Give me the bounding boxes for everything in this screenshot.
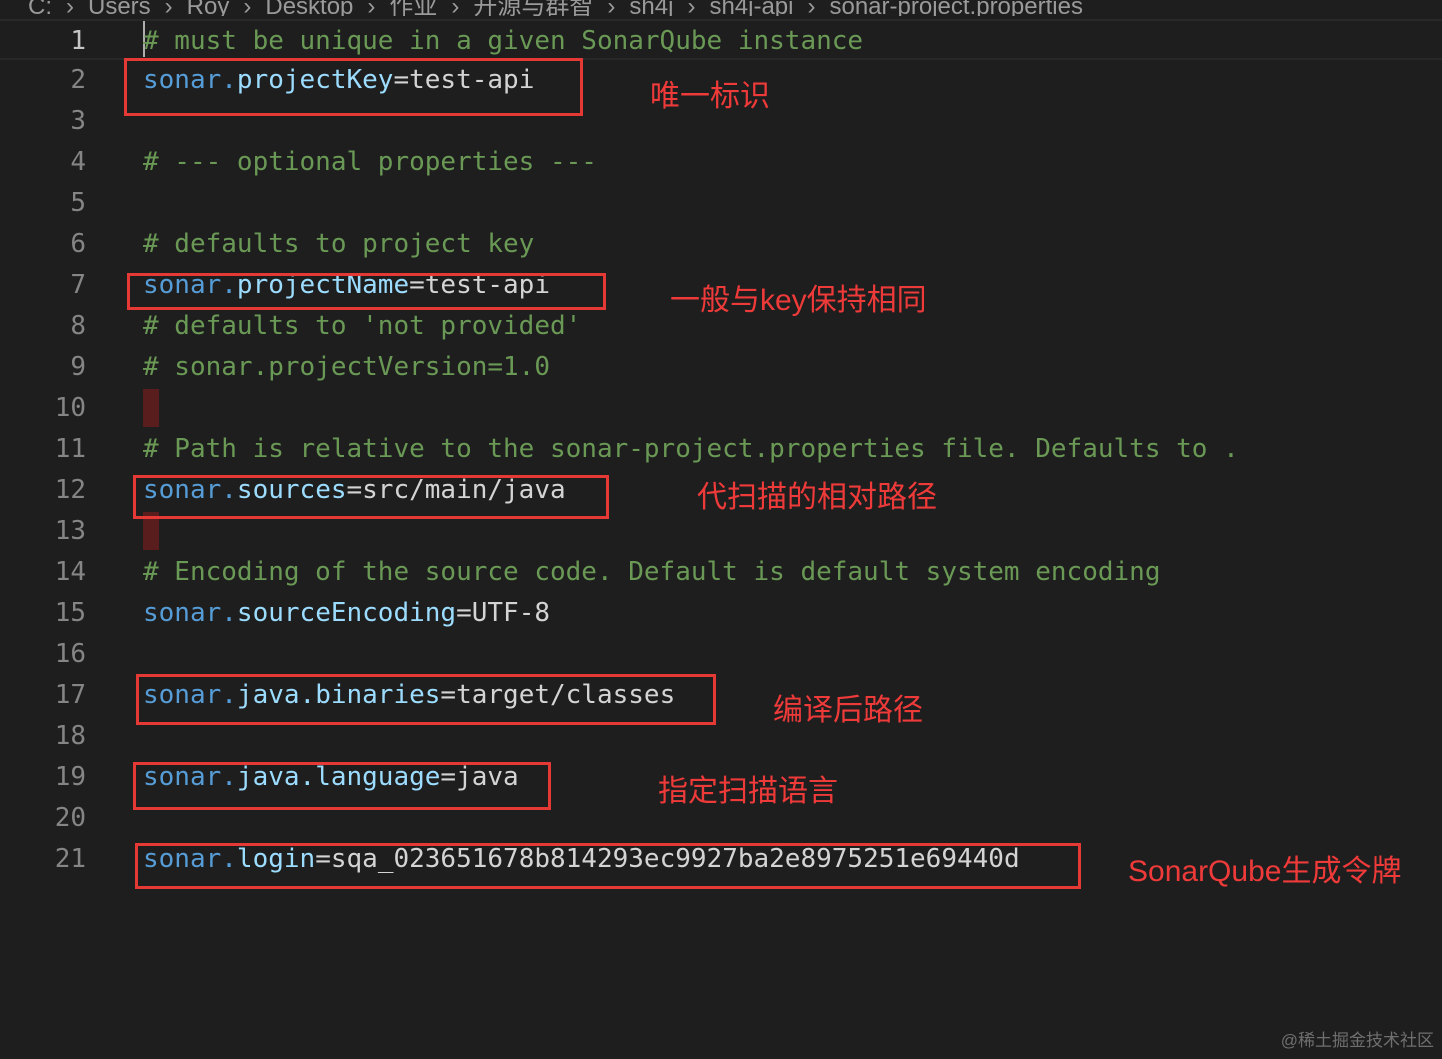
- line-number: 14: [54, 557, 86, 587]
- line-content: # must be unique in a given SonarQube in…: [143, 21, 863, 62]
- code-token: # sonar.projectVersion=1.0: [143, 352, 550, 382]
- highlight-box-project-name: [127, 273, 606, 310]
- code-token: # defaults to 'not provided': [143, 311, 582, 341]
- code-line[interactable]: 15 sonar.sourceEncoding=UTF-8: [0, 593, 1442, 634]
- line-number: 16: [54, 639, 86, 669]
- code-token: # Path is relative to the sonar-project.…: [143, 434, 1239, 464]
- highlight-box-project-key: [124, 58, 583, 116]
- line-number: 18: [54, 721, 86, 751]
- watermark: @稀土掘金技术社区: [1280, 1031, 1434, 1050]
- annotation-language: 指定扫描语言: [658, 775, 838, 808]
- code-line[interactable]: 16: [0, 634, 1442, 675]
- code-line[interactable]: 1 # must be unique in a given SonarQube i…: [0, 19, 1442, 60]
- line-content: # Path is relative to the sonar-project.…: [143, 429, 1239, 470]
- line-number: 20: [54, 803, 86, 833]
- line-number: 3: [70, 106, 86, 136]
- highlight-box-binaries: [136, 674, 716, 725]
- code-line[interactable]: 4 # --- optional properties ---: [0, 142, 1442, 183]
- code-token: # --- optional properties ---: [143, 147, 597, 177]
- code-line[interactable]: 5: [0, 183, 1442, 224]
- code-token: # must be unique in a given SonarQube in…: [143, 26, 864, 56]
- line-content: # Encoding of the source code. Default i…: [143, 552, 1160, 593]
- line-content: sonar.sourceEncoding=UTF-8: [143, 593, 550, 634]
- code-line[interactable]: 10: [0, 388, 1442, 429]
- line-number: 8: [70, 311, 86, 341]
- highlight-box-login: [135, 843, 1081, 889]
- code-token: sourceEncoding: [236, 598, 457, 628]
- code-line[interactable]: 11 # Path is relative to the sonar-projec…: [0, 429, 1442, 470]
- line-content: # sonar.projectVersion=1.0: [143, 347, 550, 388]
- line-number: 4: [70, 147, 86, 177]
- line-number: 17: [54, 680, 86, 710]
- code-token: sonar.: [143, 598, 237, 628]
- highlight-box-sources: [133, 475, 609, 519]
- code-line[interactable]: 14 # Encoding of the source code. Default…: [0, 552, 1442, 593]
- line-number: 2: [70, 65, 86, 95]
- code-editor[interactable]: 1 # must be unique in a given SonarQube i…: [0, 0, 1442, 1059]
- line-number: 13: [54, 516, 86, 546]
- annotation-binaries: 编译后路径: [773, 694, 923, 727]
- code-token: =UTF-8: [456, 598, 550, 628]
- highlight-box-language: [133, 762, 551, 810]
- annotation-project-key: 唯一标识: [650, 80, 770, 113]
- line-number: 1: [70, 26, 86, 56]
- line-content: # defaults to 'not provided': [143, 306, 581, 347]
- line-number: 15: [54, 598, 86, 628]
- code-token: # defaults to project key: [143, 229, 535, 259]
- line-content: # defaults to project key: [143, 224, 534, 265]
- code-token: # Encoding of the source code. Default i…: [143, 557, 1161, 587]
- annotation-project-name: 一般与key保持相同: [670, 284, 927, 317]
- line-number: 11: [54, 434, 86, 464]
- line-number: 10: [54, 393, 86, 423]
- line-number: 5: [70, 188, 86, 218]
- line-number: 7: [70, 270, 86, 300]
- annotation-login: SonarQube生成令牌: [1128, 855, 1402, 888]
- line-number: 12: [54, 475, 86, 505]
- line-number: 19: [54, 762, 86, 792]
- code-line[interactable]: 6 # defaults to project key: [0, 224, 1442, 265]
- annotation-sources: 代扫描的相对路径: [697, 481, 937, 514]
- line-number: 9: [70, 352, 86, 382]
- line-number: 6: [70, 229, 86, 259]
- code-line[interactable]: 9 # sonar.projectVersion=1.0: [0, 347, 1442, 388]
- line-content: # --- optional properties ---: [143, 142, 597, 183]
- line-number: 21: [54, 844, 86, 874]
